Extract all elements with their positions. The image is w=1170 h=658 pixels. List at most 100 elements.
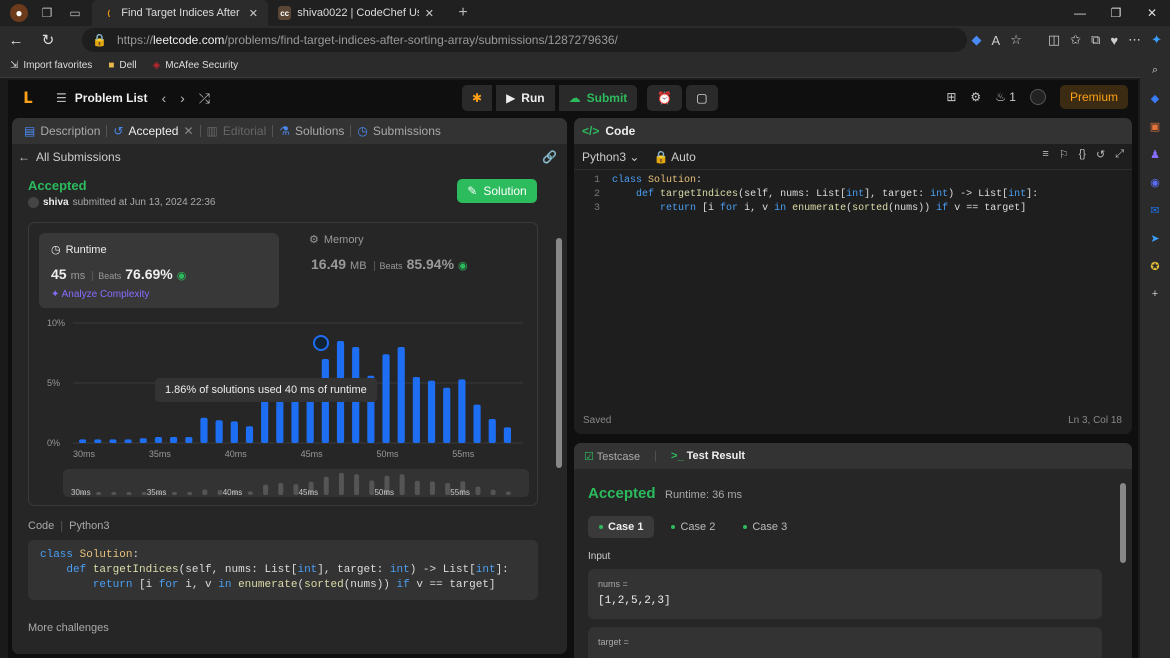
rewards-icon[interactable]: ✪ <box>1147 258 1163 274</box>
games-icon[interactable]: ♟ <box>1147 146 1163 162</box>
problem-list-button[interactable]: ☰ Problem List <box>56 91 147 105</box>
streak-counter[interactable]: ♨ 1 <box>995 90 1016 104</box>
chart-range-scrubber[interactable]: 30ms 35ms 40ms 45ms 50ms 55ms <box>63 469 529 497</box>
submit-button[interactable]: ☁ Submit <box>558 85 638 111</box>
close-tab-icon[interactable]: ✕ <box>249 7 258 20</box>
browser-essentials-icon[interactable]: ♥ <box>1110 33 1118 48</box>
premium-button[interactable]: Premium <box>1059 85 1128 109</box>
refresh-icon[interactable]: ↻ <box>32 31 64 49</box>
avatar[interactable] <box>1029 89 1046 105</box>
chart-bar[interactable] <box>200 417 208 443</box>
tab-actions-icon[interactable]: ▭ <box>66 4 84 22</box>
back-icon[interactable]: ← <box>0 32 32 49</box>
next-problem-icon[interactable]: › <box>180 90 185 106</box>
chart-bar[interactable] <box>139 438 147 443</box>
tab-solutions[interactable]: ⚗ Solutions <box>273 124 352 138</box>
run-button[interactable]: ▶ Run <box>496 85 555 111</box>
notes-button[interactable]: ▢ <box>686 85 718 111</box>
new-tab-icon[interactable]: + <box>454 4 472 22</box>
runtime-box[interactable]: ◷ Runtime 45 ms Beats 76.69% ◉ ✦ Analyze Co… <box>39 233 279 308</box>
browser-tab-codechef[interactable]: cc shiva0022 | CodeChef User Profil ✕ <box>268 0 444 26</box>
case-tab-2[interactable]: Case 2 <box>660 516 726 538</box>
add-app-icon[interactable]: + <box>1147 286 1163 302</box>
chart-bar[interactable] <box>109 439 117 443</box>
tab-test-result[interactable]: >_ Test Result <box>671 450 745 462</box>
case-tab-3[interactable]: Case 3 <box>732 516 798 538</box>
collections-icon[interactable]: ⧉ <box>1091 32 1100 48</box>
layout-icon[interactable]: ⊞ <box>946 90 956 104</box>
bookmark-import[interactable]: ⇲ Import favorites <box>10 60 92 71</box>
auto-mode-toggle[interactable]: 🔒 Auto <box>653 150 695 164</box>
settings-gear-icon[interactable]: ⚙ <box>970 90 981 104</box>
case-tab-1[interactable]: Case 1 <box>588 516 655 538</box>
bookmark-mcafee[interactable]: ◈ McAfee Security <box>153 60 239 71</box>
send-icon[interactable]: ➤ <box>1147 230 1163 246</box>
timer-button[interactable]: ⏰ <box>647 85 683 111</box>
search-icon[interactable]: ⌕ <box>1147 62 1163 78</box>
chart-bar[interactable] <box>397 347 405 443</box>
chart-bar[interactable] <box>382 354 390 443</box>
prev-problem-icon[interactable]: ‹ <box>161 90 166 106</box>
code-editor[interactable]: 1 class Solution: 2 def targetIndices(se… <box>574 174 1132 234</box>
chart-bar[interactable] <box>427 380 436 443</box>
url-field[interactable]: 🔒 https://leetcode.com/problems/find-tar… <box>82 28 967 52</box>
chart-bar[interactable] <box>170 437 178 443</box>
tools-icon[interactable]: ▣ <box>1147 118 1163 134</box>
chart-bar[interactable] <box>458 379 466 443</box>
extension-icon[interactable]: ◆ <box>972 32 982 48</box>
shopping-icon[interactable]: ◆ <box>1147 90 1163 106</box>
chart-bar[interactable] <box>261 395 269 443</box>
copilot-icon[interactable]: ✦ <box>1151 32 1162 48</box>
tab-editorial[interactable]: ▥ Editorial <box>201 124 274 138</box>
format-icon[interactable]: ≡ <box>1042 148 1048 161</box>
chart-bar[interactable] <box>215 420 223 443</box>
braces-icon[interactable]: {} <box>1079 148 1086 161</box>
tab-description[interactable]: ▤ Description <box>18 124 108 138</box>
all-submissions-link[interactable]: ← All Submissions <box>18 150 121 164</box>
chart-bar[interactable] <box>412 377 420 443</box>
reset-icon[interactable]: ↺ <box>1096 148 1105 161</box>
left-scrollbar[interactable] <box>556 238 562 598</box>
chart-bar[interactable] <box>488 419 496 443</box>
chart-bar[interactable] <box>185 437 193 443</box>
chart-bar[interactable] <box>79 439 87 443</box>
tab-accepted[interactable]: ↺ Accepted ✕ <box>107 124 201 138</box>
fullscreen-icon[interactable]: ⤢ <box>1115 148 1124 161</box>
more-menu-icon[interactable]: ⋯ <box>1128 32 1141 48</box>
chart-bar[interactable] <box>503 427 511 443</box>
tab-testcase[interactable]: ☑ Testcase <box>584 450 640 463</box>
office-icon[interactable]: ◉ <box>1147 174 1163 190</box>
chart-bar[interactable] <box>443 387 451 443</box>
maximize-icon[interactable]: ❐ <box>1098 6 1134 20</box>
close-tab-icon[interactable]: ✕ <box>183 124 193 138</box>
split-screen-icon[interactable]: ◫ <box>1048 32 1060 48</box>
debug-button[interactable]: ✱ <box>462 85 493 111</box>
leetcode-logo-icon[interactable]: ᒪ <box>20 90 36 107</box>
minimize-icon[interactable]: — <box>1062 6 1098 20</box>
close-window-icon[interactable]: ✕ <box>1134 6 1170 20</box>
bookmark-dell[interactable]: ■ Dell <box>108 60 136 71</box>
chart-bar[interactable] <box>230 421 238 443</box>
shuffle-icon[interactable]: ⤮ <box>199 90 210 107</box>
chart-bar[interactable] <box>245 426 254 443</box>
analyze-complexity-link[interactable]: ✦ Analyze Complexity <box>51 289 149 300</box>
solution-button[interactable]: ✎ Solution <box>457 179 537 203</box>
language-select[interactable]: Python3 ⌄ <box>582 150 639 164</box>
favorite-star-icon[interactable]: ☆ <box>1010 32 1022 48</box>
outlook-icon[interactable]: ✉ <box>1147 202 1163 218</box>
bookmark-icon[interactable]: ⚐ <box>1059 148 1069 161</box>
chart-bar[interactable] <box>154 437 163 443</box>
test-scrollbar[interactable] <box>1120 483 1126 563</box>
chart-bar[interactable] <box>124 439 132 443</box>
close-tab-icon[interactable]: ✕ <box>425 7 434 20</box>
read-aloud-icon[interactable]: A <box>992 33 1001 48</box>
memory-title[interactable]: ⚙ Memory <box>309 233 364 247</box>
share-link-icon[interactable]: 🔗 <box>542 150 557 164</box>
chart-bar[interactable] <box>473 404 481 443</box>
tab-submissions[interactable]: ◷ Submissions <box>351 124 447 138</box>
chart-bar[interactable] <box>94 439 102 443</box>
profile-avatar-icon[interactable]: ● <box>10 4 28 22</box>
your-submission-marker[interactable] <box>313 335 329 351</box>
favorites-icon[interactable]: ✩ <box>1070 32 1081 48</box>
browser-tab-leetcode[interactable]: ⟨ Find Target Indices After Sorting ✕ <box>92 0 268 26</box>
